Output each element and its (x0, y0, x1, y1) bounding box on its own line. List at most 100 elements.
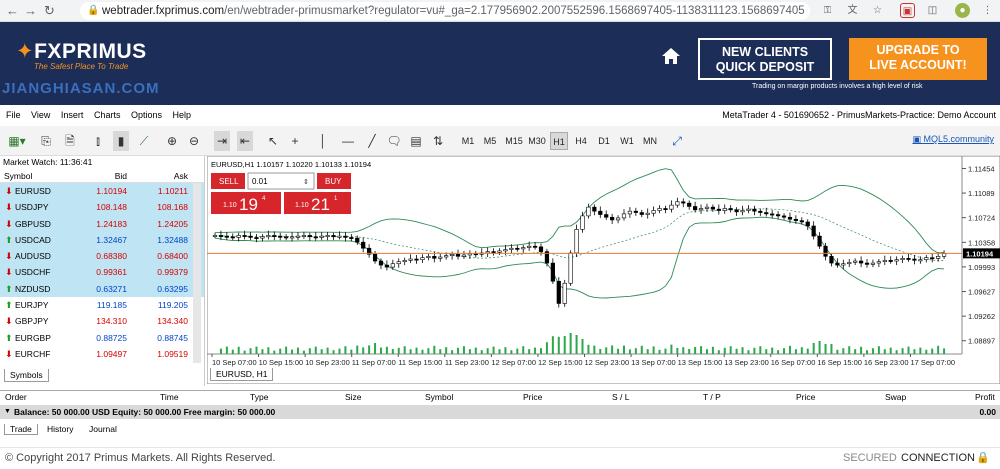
tf-m5[interactable]: M5 (482, 132, 498, 150)
market-watch-row[interactable]: ⬇ GBPJPY 134.310 134.340 (0, 313, 204, 329)
volume-bar (409, 349, 412, 354)
text-label-icon[interactable]: 🗨 (386, 131, 402, 151)
y-tick-label: 1.09627 (968, 288, 995, 297)
volume-bar (225, 346, 228, 354)
footer: © Copyright 2017 Primus Markets. All Rig… (0, 447, 1000, 469)
market-watch-row[interactable]: ⬆ EURGBP 0.88725 0.88745 (0, 330, 204, 346)
candle (343, 235, 348, 238)
row-bid: 1.32467 (96, 234, 127, 245)
tf-m1[interactable]: M1 (460, 132, 476, 150)
symbols-tab[interactable]: Symbols (4, 369, 49, 382)
candle (598, 210, 603, 215)
new-chart-icon[interactable]: ▦▾ (6, 131, 28, 151)
fullscreen-icon[interactable]: ⤢ (670, 131, 684, 151)
home-icon[interactable] (662, 48, 680, 64)
url-path: /en/webtrader-primusmarket?regulator=vu#… (224, 5, 805, 17)
deposit-line1: NEW CLIENTS (721, 45, 809, 59)
tf-h4[interactable]: H4 (573, 132, 589, 150)
volume-bar (338, 348, 341, 354)
candlestick-icon[interactable]: ▮ (113, 131, 129, 151)
logo[interactable]: ✦FXPRIMUS (16, 39, 147, 64)
reload-icon[interactable]: ↻ (44, 3, 55, 19)
chart-shift-icon[interactable]: ⇤ (237, 131, 253, 151)
tab-history[interactable]: History (42, 424, 78, 434)
market-watch-row[interactable]: ⬇ EURCHF 1.09497 1.09519 (0, 346, 204, 362)
quick-deposit-button[interactable]: NEW CLIENTS QUICK DEPOSIT (698, 38, 832, 80)
candle (764, 212, 769, 215)
chart-tab-eurusd[interactable]: EURUSD, H1 (210, 368, 274, 381)
market-watch-row[interactable]: ⬇ USDCHF 0.99361 0.99379 (0, 264, 204, 281)
menu-insert[interactable]: Insert (61, 110, 84, 120)
trendline-icon[interactable]: ╱ (364, 131, 380, 151)
star-icon[interactable]: ☆ (870, 3, 885, 18)
market-watch-row[interactable]: ⬇ AUDUSD 0.68380 0.68400 (0, 248, 204, 265)
tf-m15[interactable]: M15 (504, 132, 524, 150)
menu-kebab-icon[interactable]: ⋮ (980, 3, 995, 18)
vertical-line-icon[interactable]: │ (318, 131, 328, 151)
autoscroll-icon[interactable]: ⇥ (214, 131, 230, 151)
cursor-icon[interactable]: ↖ (266, 131, 280, 151)
row-symbol: USDCAD (15, 234, 51, 245)
market-watch-row[interactable]: ⬆ USDCAD 1.32467 1.32488 (0, 231, 204, 249)
menu-file[interactable]: File (6, 110, 21, 120)
indicators-icon[interactable]: ⇅ (430, 131, 446, 151)
key-icon[interactable]: ⚿ (820, 3, 835, 18)
profiles-icon[interactable]: ⎘ (38, 131, 54, 151)
tf-mn[interactable]: MN (641, 132, 659, 150)
zoom-in-icon[interactable]: ⊕ (164, 131, 180, 151)
candle (361, 241, 366, 249)
tab-trade[interactable]: Trade (4, 424, 38, 435)
mql5-community-link[interactable]: ▣ MQL5.community (912, 134, 994, 145)
tf-m30[interactable]: M30 (527, 132, 547, 150)
extension-2-icon[interactable]: ◫ (925, 3, 940, 18)
balance-text: Balance: 50 000.00 USD Equity: 50 000.00… (14, 407, 276, 417)
candle (349, 237, 354, 239)
tf-d1[interactable]: D1 (596, 132, 612, 150)
candle (627, 210, 633, 215)
back-icon[interactable]: ← (6, 3, 19, 18)
chart-area[interactable]: 1.11454 1.11089 1.10724 1.10358 1.09993 1.096… (206, 155, 1000, 385)
market-watch-row[interactable]: ⬇ USDJPY 108.148 108.168 (0, 199, 204, 216)
market-watch-row[interactable]: ⬆ EURJPY 119.185 119.205 (0, 297, 204, 313)
chart-info: EURUSD,H1 1.10157 1.10220 1.10133 1.1019… (211, 160, 371, 169)
menu-help[interactable]: Help (173, 110, 192, 120)
candle (687, 202, 692, 207)
extension-icon[interactable]: ▣ (900, 3, 915, 18)
line-chart-icon[interactable]: ⟋ (136, 131, 152, 151)
forward-icon[interactable]: → (24, 3, 37, 18)
lot-spinner-icon[interactable]: ⇕ (303, 178, 309, 186)
col-swap: Swap (885, 392, 907, 402)
volume-bar (551, 336, 554, 354)
address-bar[interactable]: 🔒 webtrader.fxprimus.com/en/webtrader-pr… (80, 2, 810, 20)
tab-journal[interactable]: Journal (84, 424, 122, 434)
translate-icon[interactable]: 文 (845, 3, 860, 18)
x-tick-label: 11 Sep 07:00 (352, 358, 396, 367)
market-watch-scrollbar[interactable] (193, 183, 201, 363)
market-watch-row[interactable]: ⬇ EURUSD 1.10194 1.10211 (0, 183, 204, 200)
candle (426, 256, 431, 258)
upgrade-live-account-button[interactable]: UPGRADE TO LIVE ACCOUNT! (849, 38, 987, 80)
menu-options[interactable]: Options (131, 110, 162, 120)
bar-chart-icon[interactable]: ⫾ (90, 131, 106, 151)
tf-h1[interactable]: H1 (550, 132, 568, 150)
crosshair-icon[interactable]: + (288, 131, 302, 151)
collapse-icon[interactable]: ▼ (4, 405, 11, 419)
zoom-out-icon[interactable]: ⊖ (186, 131, 202, 151)
candle (633, 210, 638, 213)
candle (817, 235, 822, 247)
volume-bar (919, 347, 922, 354)
market-watch-row[interactable]: ⬆ NZDUSD 0.63271 0.63295 (0, 280, 204, 298)
horizontal-line-icon[interactable]: — (340, 131, 356, 151)
volume-bar (219, 348, 222, 354)
candle (882, 260, 887, 263)
menu-charts[interactable]: Charts (94, 110, 121, 120)
profile-avatar[interactable]: ● (955, 3, 970, 18)
menu-view[interactable]: View (31, 110, 50, 120)
open-file-icon[interactable]: 🗎 (62, 131, 78, 151)
tf-w1[interactable]: W1 (619, 132, 635, 150)
market-watch-row[interactable]: ⬇ GBPUSD 1.24183 1.24205 (0, 215, 204, 232)
candle (835, 262, 840, 266)
price-chart[interactable]: 1.11454 1.11089 1.10724 1.10358 1.09993 1.096… (206, 155, 1000, 385)
period-separators-icon[interactable]: ▤ (408, 131, 424, 151)
volume-bar (427, 348, 430, 354)
